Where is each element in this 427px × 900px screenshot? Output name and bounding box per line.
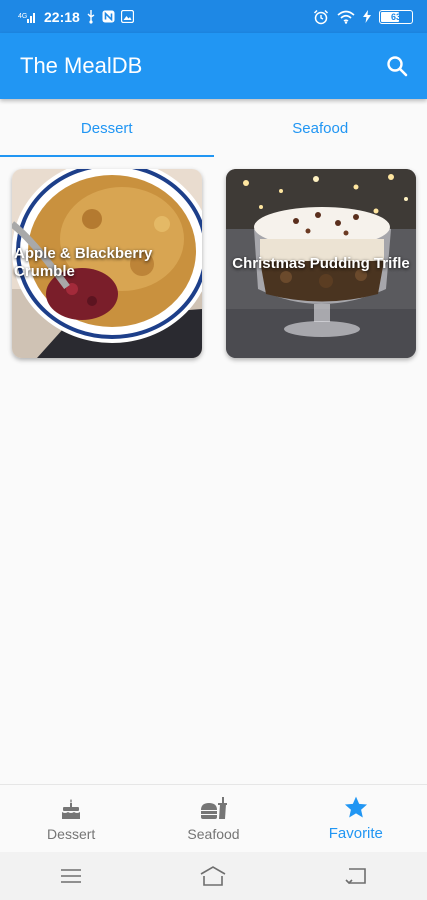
battery-icon: 63 (379, 9, 413, 24)
meal-grid: Apple & Blackberry Crumble Christmas Pud… (12, 169, 416, 358)
nav-favorite[interactable]: Favorite (285, 785, 427, 852)
nav-dessert[interactable]: Dessert (0, 785, 142, 852)
meal-name: Christmas Pudding Trifle (232, 255, 410, 272)
usb-icon (86, 9, 96, 24)
fastfood-icon (199, 796, 228, 822)
tab-label: Dessert (80, 119, 133, 137)
status-bar: 4G 22:18 63 (0, 0, 427, 33)
system-menu-button[interactable] (0, 867, 142, 885)
meal-name: Apple & Blackberry Crumble (14, 245, 153, 280)
svg-text:4G: 4G (18, 13, 27, 20)
back-icon (345, 868, 366, 885)
bottom-navigation: Dessert Seafood Favorite (0, 784, 427, 852)
star-icon (343, 795, 369, 821)
search-icon (387, 56, 408, 77)
cake-icon (59, 796, 83, 822)
app-bar: The MealDB (0, 33, 427, 99)
tab-bar: Dessert Seafood (0, 99, 427, 157)
meal-card[interactable]: Apple & Blackberry Crumble (12, 169, 202, 358)
gallery-icon (120, 10, 134, 23)
nav-seafood[interactable]: Seafood (142, 785, 284, 852)
system-home-button[interactable] (142, 865, 284, 887)
tab-dessert[interactable]: Dessert (0, 99, 214, 157)
app-title: The MealDB (20, 53, 143, 78)
alarm-icon (313, 9, 329, 25)
meal-card[interactable]: Christmas Pudding Trifle (226, 169, 416, 358)
status-time: 22:18 (44, 8, 80, 25)
nav-label: Dessert (47, 825, 96, 842)
system-navigation-bar (0, 852, 427, 900)
tab-seafood[interactable]: Seafood (214, 99, 427, 157)
wifi-icon (337, 10, 355, 24)
nav-label: Favorite (328, 825, 383, 842)
charging-icon (363, 10, 371, 23)
battery-percent: 63 (390, 11, 401, 22)
tab-label: Seafood (292, 119, 349, 137)
home-icon (201, 866, 226, 886)
signal-icon: 4G (18, 10, 38, 24)
menu-icon (61, 869, 82, 883)
nav-label: Seafood (187, 825, 240, 842)
search-button[interactable] (383, 52, 411, 80)
notification-icon (102, 10, 115, 23)
system-back-button[interactable] (285, 867, 427, 885)
